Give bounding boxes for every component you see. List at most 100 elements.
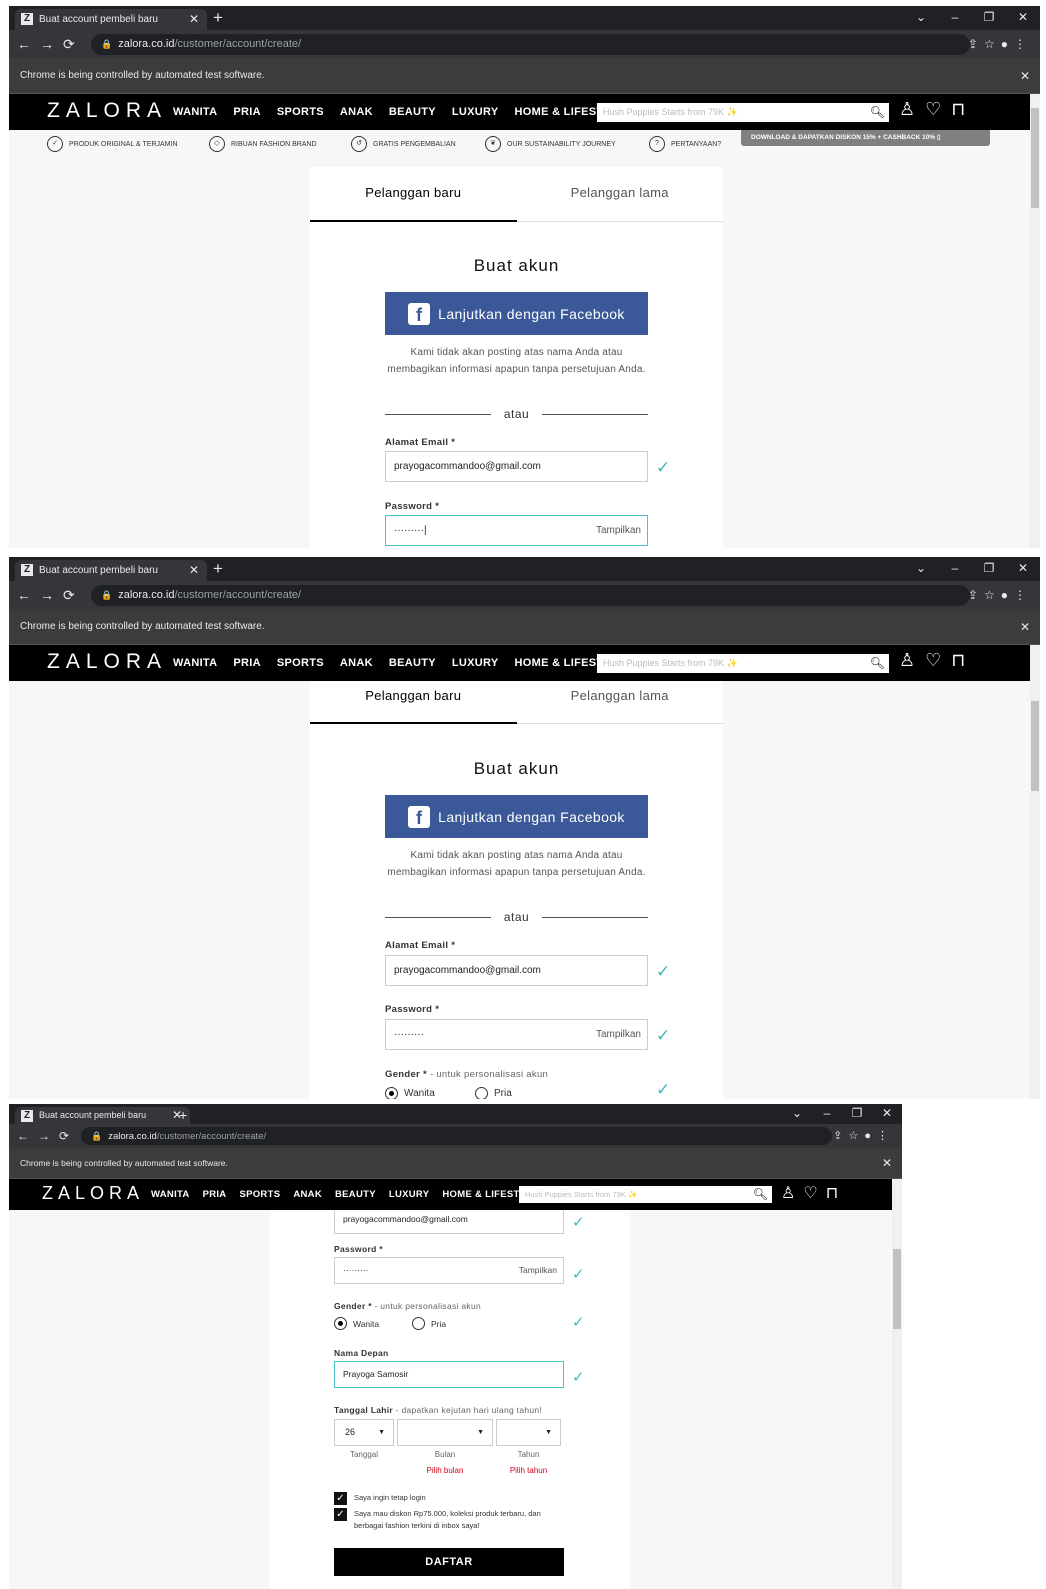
- gender-male-radio[interactable]: Pria: [475, 1087, 512, 1099]
- account-icon[interactable]: ♙: [899, 650, 925, 670]
- tab-close-icon[interactable]: ✕: [189, 560, 199, 581]
- nav-anak[interactable]: ANAK: [340, 657, 373, 669]
- minimize-icon[interactable]: –: [938, 557, 972, 581]
- infobar-close-icon[interactable]: ✕: [1020, 58, 1030, 94]
- show-password-toggle[interactable]: Tampilkan: [519, 1258, 557, 1283]
- restore-icon[interactable]: ❐: [972, 557, 1006, 581]
- tab-search-icon[interactable]: ⌄: [782, 1104, 812, 1124]
- nav-beauty[interactable]: BEAUTY: [389, 106, 436, 118]
- page-scrollbar[interactable]: [892, 1179, 902, 1589]
- wishlist-heart-icon[interactable]: ♡: [925, 650, 951, 670]
- facebook-login-button[interactable]: f Lanjutkan dengan Facebook: [385, 795, 648, 838]
- infobar-close-icon[interactable]: ✕: [1020, 609, 1030, 645]
- email-field[interactable]: prayogacommandoo@gmail.com: [334, 1210, 564, 1234]
- email-field[interactable]: prayogacommandoo@gmail.com: [385, 955, 648, 986]
- nav-sports[interactable]: SPORTS: [277, 106, 324, 118]
- scroll-thumb[interactable]: [1031, 108, 1039, 208]
- zalora-logo[interactable]: ZALORA: [47, 650, 167, 674]
- reload-icon[interactable]: ⟳: [63, 587, 84, 603]
- forward-icon[interactable]: →: [38, 1129, 59, 1143]
- forward-icon[interactable]: →: [40, 36, 63, 52]
- cart-bag-icon[interactable]: ⊓: [951, 650, 975, 670]
- gender-female-radio[interactable]: Wanita: [334, 1317, 379, 1330]
- nav-sports[interactable]: SPORTS: [239, 1189, 280, 1200]
- nav-anak[interactable]: ANAK: [293, 1189, 322, 1200]
- restore-icon[interactable]: ❐: [972, 6, 1006, 30]
- scroll-thumb[interactable]: [893, 1249, 901, 1329]
- window-close-icon[interactable]: ✕: [1006, 557, 1040, 581]
- nav-anak[interactable]: ANAK: [340, 106, 373, 118]
- search-input[interactable]: Hush Puppies Starts from 79K ✨ 🔍︎: [597, 654, 889, 673]
- browser-tab[interactable]: Z Buat account pembeli baru ✕: [15, 9, 207, 30]
- keep-login-checkbox[interactable]: ✓ Saya ingin tetap login: [334, 1492, 564, 1505]
- account-icon[interactable]: ♙: [781, 1185, 803, 1202]
- wishlist-heart-icon[interactable]: ♡: [925, 99, 951, 119]
- profile-icon[interactable]: ●: [1001, 588, 1014, 602]
- nav-wanita[interactable]: WANITA: [173, 106, 217, 118]
- url-input[interactable]: 🔒 zalora.co.id/customer/account/create/: [81, 1127, 832, 1145]
- scroll-thumb[interactable]: [1031, 701, 1039, 791]
- perk-original[interactable]: ✓ PRODUK ORIGINAL & TERJAMIN: [47, 136, 178, 152]
- tab-close-icon[interactable]: ✕: [189, 9, 199, 30]
- zalora-logo[interactable]: ZALORA: [42, 1183, 144, 1204]
- browser-tab[interactable]: Z Buat account pembeli baru ✕: [15, 1107, 190, 1124]
- newsletter-checkbox[interactable]: ✓ Saya mau diskon Rp75.000, koleksi produ…: [334, 1508, 564, 1532]
- nav-luxury[interactable]: LUXURY: [452, 106, 499, 118]
- nav-luxury[interactable]: LUXURY: [452, 657, 499, 669]
- download-app-button[interactable]: DOWNLOAD & DAPATKAN DISKON 15% + CASHBAC…: [741, 130, 990, 146]
- first-name-field[interactable]: Prayoga Samosir: [334, 1361, 564, 1388]
- new-tab-button[interactable]: +: [213, 558, 223, 580]
- share-icon[interactable]: ⇪: [833, 1130, 848, 1142]
- show-password-toggle[interactable]: Tampilkan: [596, 1020, 641, 1049]
- restore-icon[interactable]: ❐: [842, 1104, 872, 1124]
- search-icon[interactable]: 🔍︎: [753, 1186, 768, 1203]
- back-icon[interactable]: ←: [17, 36, 40, 52]
- menu-kebab-icon[interactable]: ⋮: [1014, 37, 1032, 51]
- tab-new-customer[interactable]: Pelanggan baru: [310, 167, 517, 222]
- wishlist-heart-icon[interactable]: ♡: [803, 1185, 825, 1202]
- url-input[interactable]: 🔒 zalora.co.id/customer/account/create/: [91, 34, 970, 55]
- window-close-icon[interactable]: ✕: [872, 1104, 902, 1124]
- email-field[interactable]: prayogacommandoo@gmail.com: [385, 451, 648, 482]
- nav-pria[interactable]: PRIA: [233, 106, 260, 118]
- dob-year-select[interactable]: [496, 1419, 561, 1446]
- gender-female-radio[interactable]: Wanita: [385, 1087, 435, 1099]
- bookmark-star-icon[interactable]: ☆: [984, 588, 1001, 602]
- menu-kebab-icon[interactable]: ⋮: [1014, 588, 1032, 602]
- tab-new-customer[interactable]: Pelanggan baru: [310, 681, 517, 724]
- facebook-login-button[interactable]: f Lanjutkan dengan Facebook: [385, 292, 648, 335]
- nav-sports[interactable]: SPORTS: [277, 657, 324, 669]
- bookmark-star-icon[interactable]: ☆: [984, 37, 1001, 51]
- password-field[interactable]: ·········| Tampilkan: [385, 515, 648, 546]
- perk-brands[interactable]: ◇ RIBUAN FASHION BRAND: [209, 136, 317, 152]
- perk-sustainability[interactable]: ❦ OUR SUSTAINABILITY JOURNEY: [485, 136, 616, 152]
- tab-existing-customer[interactable]: Pelanggan lama: [517, 681, 724, 724]
- cart-bag-icon[interactable]: ⊓: [826, 1185, 846, 1202]
- gender-male-radio[interactable]: Pria: [412, 1317, 446, 1330]
- nav-pria[interactable]: PRIA: [203, 1189, 227, 1200]
- minimize-icon[interactable]: –: [812, 1104, 842, 1124]
- perk-returns[interactable]: ↺ GRATIS PENGEMBALIAN: [351, 136, 456, 152]
- dob-month-select[interactable]: [397, 1419, 493, 1446]
- nav-beauty[interactable]: BEAUTY: [389, 657, 436, 669]
- window-close-icon[interactable]: ✕: [1006, 6, 1040, 30]
- minimize-icon[interactable]: –: [938, 6, 972, 30]
- password-field[interactable]: ········· Tampilkan: [385, 1019, 648, 1050]
- infobar-close-icon[interactable]: ✕: [882, 1148, 892, 1179]
- tab-search-icon[interactable]: ⌄: [904, 6, 938, 30]
- menu-kebab-icon[interactable]: ⋮: [877, 1130, 894, 1142]
- page-scrollbar[interactable]: [1030, 94, 1040, 548]
- forward-icon[interactable]: →: [40, 587, 63, 603]
- profile-icon[interactable]: ●: [864, 1130, 877, 1142]
- reload-icon[interactable]: ⟳: [63, 36, 84, 52]
- bookmark-star-icon[interactable]: ☆: [848, 1130, 864, 1142]
- account-icon[interactable]: ♙: [899, 99, 925, 119]
- back-icon[interactable]: ←: [17, 587, 40, 603]
- new-tab-button[interactable]: +: [179, 1105, 187, 1125]
- dob-day-select[interactable]: 26: [334, 1419, 394, 1446]
- browser-tab[interactable]: Z Buat account pembeli baru ✕: [15, 560, 207, 581]
- share-icon[interactable]: ⇪: [968, 588, 984, 602]
- profile-icon[interactable]: ●: [1001, 37, 1014, 51]
- search-icon[interactable]: 🔍︎: [870, 103, 885, 122]
- nav-wanita[interactable]: WANITA: [151, 1189, 190, 1200]
